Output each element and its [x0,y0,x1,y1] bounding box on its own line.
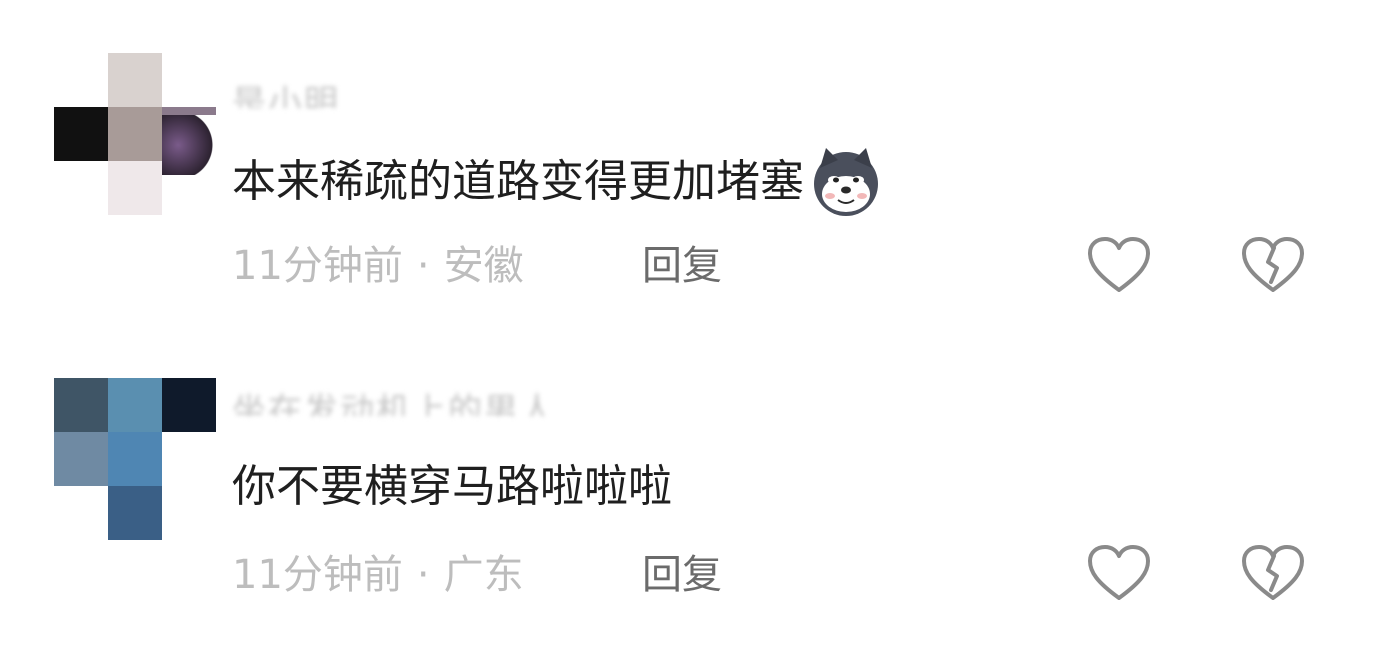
location: 广东 [443,552,524,598]
meta-separator: · [416,552,430,598]
broken-heart-icon[interactable] [1241,544,1305,602]
comment-body: 本来稀疏的道路变得更加堵塞 [232,156,804,207]
avatar[interactable] [54,378,216,540]
username[interactable]: 是小明 [232,78,340,108]
username[interactable]: 坐在发动机上的男人 [232,386,556,416]
timestamp: 11分钟前 [232,243,403,289]
comment-meta: 11分钟前 · 广东 [232,547,524,603]
avatar-pixelated [54,378,216,540]
comment-meta: 11分钟前 · 安徽 [232,238,524,294]
meta-separator: · [416,243,430,289]
heart-outline-icon[interactable] [1087,544,1151,602]
heart-outline-icon[interactable] [1087,236,1151,294]
broken-heart-icon[interactable] [1241,236,1305,294]
reply-button[interactable]: 回复 [642,238,722,294]
avatar[interactable] [54,53,216,215]
comment-item: 坐在发动机上的男人 你不要横穿马路啦啦啦 11分钟前 · 广东 回复 [0,310,1374,610]
comment-text: 本来稀疏的道路变得更加堵塞 [232,146,882,218]
reply-button[interactable]: 回复 [642,547,722,603]
comment-body: 你不要横穿马路啦啦啦 [232,461,672,512]
timestamp: 11分钟前 [232,552,403,598]
doge-emoji-icon [810,146,882,218]
location: 安徽 [443,243,524,289]
comment-item: 是小明 本来稀疏的道路变得更加堵塞 11分钟前 · 安徽 回复 [0,0,1374,300]
comment-text: 你不要横穿马路啦啦啦 [232,457,672,517]
